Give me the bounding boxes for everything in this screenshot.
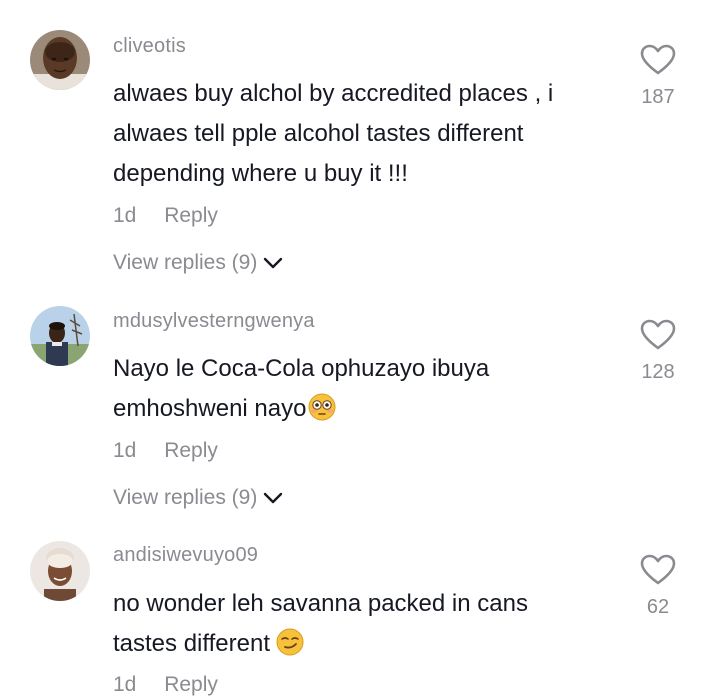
view-replies-button[interactable]: View replies (9) xyxy=(113,251,283,275)
comment-time: 1d xyxy=(113,673,137,696)
comment-time: 1d xyxy=(113,204,137,227)
comment-text-content: Nayo le Coca-Cola ophuzayo ibuya emhoshw… xyxy=(113,355,490,422)
comment-text: Nayo le Coca-Cola ophuzayo ibuya emhoshw… xyxy=(113,349,573,429)
avatar[interactable] xyxy=(30,541,90,601)
like-count: 187 xyxy=(641,86,675,108)
chevron-down-icon xyxy=(264,257,283,269)
comment-username[interactable]: cliveotis xyxy=(113,35,186,58)
heart-icon[interactable] xyxy=(640,319,676,351)
view-replies-label: View replies (9) xyxy=(113,486,258,509)
reply-button[interactable]: Reply xyxy=(164,439,218,462)
like-count: 62 xyxy=(646,596,670,618)
like-control: 128 xyxy=(636,319,680,384)
chevron-down-icon xyxy=(264,492,283,504)
comment-meta: 1d Reply xyxy=(113,673,218,697)
flushed-face-emoji xyxy=(308,393,336,421)
comment-text: alwaes buy alchol by accredited places ,… xyxy=(113,80,554,187)
comment-text-content: no wonder leh savanna packed in cans tas… xyxy=(113,590,528,657)
heart-icon[interactable] xyxy=(640,44,676,76)
comment-username[interactable]: andisiwevuyo09 xyxy=(113,544,258,567)
reply-button[interactable]: Reply xyxy=(164,673,218,696)
like-control: 62 xyxy=(636,554,680,619)
comment-meta: 1d Reply xyxy=(113,204,218,228)
comment-meta: 1d Reply xyxy=(113,439,218,463)
avatar[interactable] xyxy=(30,306,90,366)
comment-username[interactable]: mdusylvesterngwenya xyxy=(113,310,315,333)
like-control: 187 xyxy=(636,44,680,109)
comment-time: 1d xyxy=(113,439,137,462)
smirking-face-emoji xyxy=(276,628,304,656)
view-replies-label: View replies (9) xyxy=(113,251,258,274)
like-count: 128 xyxy=(641,361,675,383)
view-replies-button[interactable]: View replies (9) xyxy=(113,486,283,510)
heart-icon[interactable] xyxy=(640,554,676,586)
avatar[interactable] xyxy=(30,30,90,90)
comment-text: no wonder leh savanna packed in cans tas… xyxy=(113,584,593,664)
reply-button[interactable]: Reply xyxy=(164,204,218,227)
